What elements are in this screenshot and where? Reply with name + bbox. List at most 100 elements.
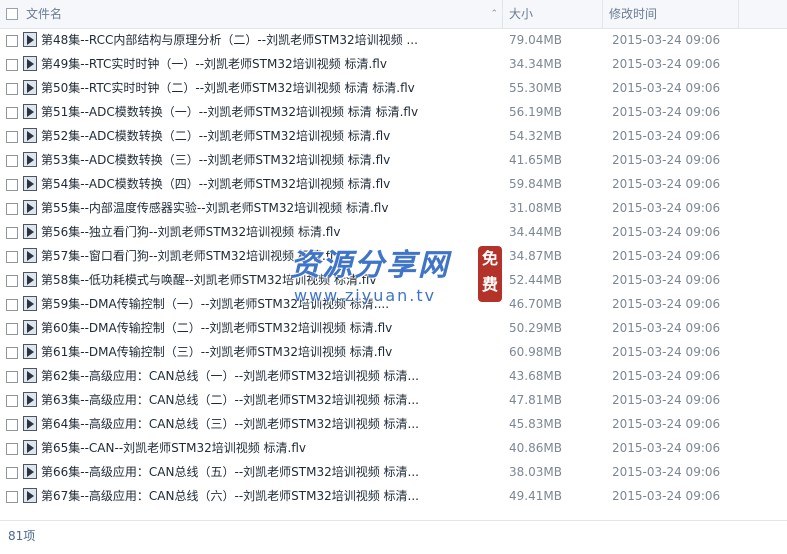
file-name[interactable]: 第64集--高级应用：CAN总线（三）--刘凯老师STM32培训视频 标清... <box>41 412 501 436</box>
video-file-icon <box>23 368 37 383</box>
file-row[interactable]: 第54集--ADC模数转换（四）--刘凯老师STM32培训视频 标清.flv 59… <box>0 172 787 196</box>
file-row[interactable]: 第62集--高级应用：CAN总线（一）--刘凯老师STM32培训视频 标清...… <box>0 364 787 388</box>
row-checkbox[interactable] <box>6 467 18 479</box>
row-checkbox[interactable] <box>6 275 18 287</box>
file-date: 2015-03-24 09:06 <box>612 105 721 119</box>
video-file-icon <box>23 32 37 47</box>
file-date: 2015-03-24 09:06 <box>612 33 721 47</box>
file-date: 2015-03-24 09:06 <box>612 177 721 191</box>
file-name[interactable]: 第58集--低功耗模式与唤醒--刘凯老师STM32培训视频 标清.flv <box>41 268 501 292</box>
file-name[interactable]: 第62集--高级应用：CAN总线（一）--刘凯老师STM32培训视频 标清... <box>41 364 501 388</box>
file-name[interactable]: 第50集--RTC实时时钟（二）--刘凯老师STM32培训视频 标清 标清.fl… <box>41 76 501 100</box>
file-row[interactable]: 第55集--内部温度传感器实验--刘凯老师STM32培训视频 标清.flv 31.… <box>0 196 787 220</box>
status-bar: 81项 <box>0 520 787 554</box>
file-row[interactable]: 第56集--独立看门狗--刘凯老师STM32培训视频 标清.flv 34.44MB… <box>0 220 787 244</box>
file-size: 40.86MB <box>509 441 562 455</box>
video-file-icon <box>23 344 37 359</box>
row-checkbox[interactable] <box>6 107 18 119</box>
file-row[interactable]: 第57集--窗口看门狗--刘凯老师STM32培训视频 标清.flv 34.87MB… <box>0 244 787 268</box>
row-checkbox[interactable] <box>6 131 18 143</box>
file-row[interactable]: 第66集--高级应用：CAN总线（五）--刘凯老师STM32培训视频 标清...… <box>0 460 787 484</box>
row-checkbox[interactable] <box>6 35 18 47</box>
row-checkbox[interactable] <box>6 347 18 359</box>
file-row[interactable]: 第64集--高级应用：CAN总线（三）--刘凯老师STM32培训视频 标清...… <box>0 412 787 436</box>
file-name[interactable]: 第55集--内部温度传感器实验--刘凯老师STM32培训视频 标清.flv <box>41 196 501 220</box>
file-row[interactable]: 第48集--RCC内部结构与原理分析（二）--刘凯老师STM32培训视频 ...… <box>0 28 787 52</box>
column-header-date[interactable]: 修改时间 <box>602 0 738 28</box>
video-file-icon <box>23 464 37 479</box>
video-file-icon <box>23 416 37 431</box>
file-name[interactable]: 第63集--高级应用：CAN总线（二）--刘凯老师STM32培训视频 标清... <box>41 388 501 412</box>
row-checkbox[interactable] <box>6 371 18 383</box>
file-date: 2015-03-24 09:06 <box>612 393 721 407</box>
video-file-icon <box>23 152 37 167</box>
file-size: 38.03MB <box>509 465 562 479</box>
row-checkbox[interactable] <box>6 59 18 71</box>
file-date: 2015-03-24 09:06 <box>612 129 721 143</box>
file-name[interactable]: 第51集--ADC模数转换（一）--刘凯老师STM32培训视频 标清 标清.fl… <box>41 100 501 124</box>
file-name[interactable]: 第65集--CAN--刘凯老师STM32培训视频 标清.flv <box>41 436 501 460</box>
file-date: 2015-03-24 09:06 <box>612 465 721 479</box>
column-header-size[interactable]: 大小 <box>502 0 602 28</box>
file-name[interactable]: 第53集--ADC模数转换（三）--刘凯老师STM32培训视频 标清.flv <box>41 148 501 172</box>
row-checkbox[interactable] <box>6 323 18 335</box>
row-checkbox[interactable] <box>6 83 18 95</box>
file-name[interactable]: 第57集--窗口看门狗--刘凯老师STM32培训视频 标清.flv <box>41 244 501 268</box>
file-row[interactable]: 第61集--DMA传输控制（三）--刘凯老师STM32培训视频 标清.flv 60… <box>0 340 787 364</box>
file-size: 56.19MB <box>509 105 562 119</box>
file-row[interactable]: 第52集--ADC模数转换（二）--刘凯老师STM32培训视频 标清.flv 54… <box>0 124 787 148</box>
row-checkbox[interactable] <box>6 299 18 311</box>
file-name[interactable]: 第60集--DMA传输控制（二）--刘凯老师STM32培训视频 标清.flv <box>41 316 501 340</box>
file-date: 2015-03-24 09:06 <box>612 441 721 455</box>
video-file-icon <box>23 176 37 191</box>
file-size: 46.70MB <box>509 297 562 311</box>
file-name[interactable]: 第48集--RCC内部结构与原理分析（二）--刘凯老师STM32培训视频 ... <box>41 28 501 52</box>
row-checkbox[interactable] <box>6 179 18 191</box>
file-date: 2015-03-24 09:06 <box>612 489 721 503</box>
file-size: 47.81MB <box>509 393 562 407</box>
file-row[interactable]: 第58集--低功耗模式与唤醒--刘凯老师STM32培训视频 标清.flv 52.4… <box>0 268 787 292</box>
file-row[interactable]: 第50集--RTC实时时钟（二）--刘凯老师STM32培训视频 标清 标清.fl… <box>0 76 787 100</box>
video-file-icon <box>23 104 37 119</box>
file-size: 79.04MB <box>509 33 562 47</box>
file-size: 45.83MB <box>509 417 562 431</box>
file-size: 55.30MB <box>509 81 562 95</box>
file-row[interactable]: 第59集--DMA传输控制（一）--刘凯老师STM32培训视频 标清.... 46… <box>0 292 787 316</box>
file-row[interactable]: 第53集--ADC模数转换（三）--刘凯老师STM32培训视频 标清.flv 41… <box>0 148 787 172</box>
file-list[interactable]: 第47集--RCC内部结构与原理分析（一）--刘凯老师STM32培训视频 ...… <box>0 0 787 520</box>
video-file-icon <box>23 80 37 95</box>
row-checkbox[interactable] <box>6 491 18 503</box>
file-name[interactable]: 第66集--高级应用：CAN总线（五）--刘凯老师STM32培训视频 标清... <box>41 460 501 484</box>
file-date: 2015-03-24 09:06 <box>612 153 721 167</box>
file-name[interactable]: 第56集--独立看门狗--刘凯老师STM32培训视频 标清.flv <box>41 220 501 244</box>
row-checkbox[interactable] <box>6 395 18 407</box>
row-checkbox[interactable] <box>6 227 18 239</box>
video-file-icon <box>23 128 37 143</box>
column-header-name[interactable]: 文件名 ⌃ <box>0 0 502 28</box>
file-row[interactable]: 第67集--高级应用：CAN总线（六）--刘凯老师STM32培训视频 标清...… <box>0 484 787 508</box>
file-row[interactable]: 第60集--DMA传输控制（二）--刘凯老师STM32培训视频 标清.flv 50… <box>0 316 787 340</box>
video-file-icon <box>23 56 37 71</box>
file-row[interactable]: 第51集--ADC模数转换（一）--刘凯老师STM32培训视频 标清 标清.fl… <box>0 100 787 124</box>
file-name[interactable]: 第61集--DMA传输控制（三）--刘凯老师STM32培训视频 标清.flv <box>41 340 501 364</box>
file-date: 2015-03-24 09:06 <box>612 57 721 71</box>
file-size: 60.98MB <box>509 345 562 359</box>
file-size: 59.84MB <box>509 177 562 191</box>
row-checkbox[interactable] <box>6 251 18 263</box>
column-header-name-label: 文件名 <box>26 7 63 21</box>
file-name[interactable]: 第54集--ADC模数转换（四）--刘凯老师STM32培训视频 标清.flv <box>41 172 501 196</box>
file-date: 2015-03-24 09:06 <box>612 249 721 263</box>
file-name[interactable]: 第59集--DMA传输控制（一）--刘凯老师STM32培训视频 标清.... <box>41 292 501 316</box>
file-row[interactable]: 第65集--CAN--刘凯老师STM32培训视频 标清.flv 40.86MB 20… <box>0 436 787 460</box>
file-name[interactable]: 第52集--ADC模数转换（二）--刘凯老师STM32培训视频 标清.flv <box>41 124 501 148</box>
file-name[interactable]: 第67集--高级应用：CAN总线（六）--刘凯老师STM32培训视频 标清... <box>41 484 501 508</box>
file-row[interactable]: 第49集--RTC实时时钟（一）--刘凯老师STM32培训视频 标清.flv 34… <box>0 52 787 76</box>
row-checkbox[interactable] <box>6 419 18 431</box>
file-date: 2015-03-24 09:06 <box>612 345 721 359</box>
file-name[interactable]: 第49集--RTC实时时钟（一）--刘凯老师STM32培训视频 标清.flv <box>41 52 501 76</box>
file-size: 43.68MB <box>509 369 562 383</box>
row-checkbox[interactable] <box>6 155 18 167</box>
row-checkbox[interactable] <box>6 443 18 455</box>
file-row[interactable]: 第63集--高级应用：CAN总线（二）--刘凯老师STM32培训视频 标清...… <box>0 388 787 412</box>
row-checkbox[interactable] <box>6 203 18 215</box>
